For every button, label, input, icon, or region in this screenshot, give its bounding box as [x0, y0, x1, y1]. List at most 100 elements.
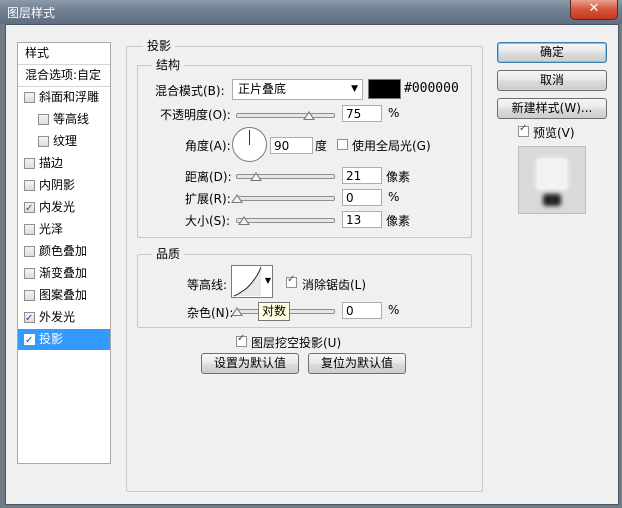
style-item-label: 渐变叠加: [39, 266, 88, 280]
style-item-checkbox[interactable]: [24, 158, 35, 169]
opacity-slider-thumb[interactable]: [302, 111, 315, 120]
distance-input[interactable]: 21: [342, 167, 382, 184]
style-item-checkbox[interactable]: [38, 136, 49, 147]
spread-slider[interactable]: [236, 196, 335, 201]
opacity-label: 不透明度(O):: [160, 108, 231, 122]
blend-mode-label: 混合模式(B):: [155, 84, 225, 98]
angle-dial[interactable]: [232, 127, 267, 162]
style-list-item[interactable]: 描边: [18, 153, 110, 174]
style-item-label: 外发光: [39, 310, 76, 324]
style-item-checkbox[interactable]: [24, 290, 35, 301]
blend-mode-value: 正片叠底: [238, 82, 287, 96]
style-list-item[interactable]: 外发光: [18, 307, 110, 329]
angle-unit: 度: [315, 139, 328, 153]
opacity-unit: %: [388, 106, 400, 120]
style-item-label: 图案叠加: [39, 288, 88, 302]
title-bar[interactable]: [0, 0, 622, 24]
quality-title: 品质: [152, 245, 185, 262]
distance-slider-thumb[interactable]: [250, 172, 262, 181]
style-list-item[interactable]: 颜色叠加: [18, 241, 110, 262]
preview-swatch: [537, 159, 567, 189]
distance-unit: 像素: [386, 170, 411, 184]
reset-default-button[interactable]: 复位为默认值: [308, 353, 406, 374]
cancel-button[interactable]: 取消: [497, 70, 607, 91]
style-item-label: 光泽: [39, 222, 64, 236]
size-input[interactable]: 13: [342, 211, 382, 228]
knockout-label: 图层挖空投影(U): [251, 336, 342, 350]
style-item-label: 斜面和浮雕: [39, 90, 100, 104]
preview-checkbox[interactable]: [518, 123, 529, 137]
shadow-color-swatch[interactable]: [368, 79, 401, 99]
close-button[interactable]: ✕: [570, 0, 618, 20]
style-list-item[interactable]: 光泽: [18, 219, 110, 240]
knockout-checkbox[interactable]: [236, 333, 247, 347]
blend-mode-select[interactable]: 正片叠底 ▼: [232, 79, 363, 100]
style-list-item[interactable]: 内发光: [18, 197, 110, 219]
style-item-checkbox[interactable]: [24, 92, 35, 103]
style-item-label: 描边: [39, 156, 64, 170]
style-item-checkbox[interactable]: [24, 180, 35, 191]
spread-label: 扩展(R):: [185, 192, 231, 206]
new-style-button[interactable]: 新建样式(W)...: [497, 98, 607, 119]
contour-curve-icon: [233, 266, 262, 297]
chevron-down-icon: ▼: [351, 84, 358, 94]
global-light-label: 使用全局光(G): [352, 139, 431, 153]
style-item-label: 纹理: [53, 134, 78, 148]
style-list-item[interactable]: 等高线: [18, 109, 110, 130]
tooltip: 对数: [258, 302, 291, 321]
size-slider[interactable]: [236, 218, 335, 223]
style-list-header[interactable]: 样式: [18, 43, 110, 64]
blend-options-item[interactable]: 混合选项:自定: [18, 65, 110, 86]
contour-picker[interactable]: ▼: [231, 265, 273, 298]
make-default-button[interactable]: 设置为默认值: [201, 353, 299, 374]
style-list-item[interactable]: 投影: [18, 329, 110, 351]
anti-alias-label: 消除锯齿(L): [302, 278, 367, 292]
global-light-checkbox[interactable]: [337, 139, 348, 150]
opacity-slider[interactable]: [236, 113, 335, 118]
style-item-checkbox[interactable]: [24, 330, 35, 351]
style-list-item[interactable]: 渐变叠加: [18, 263, 110, 284]
style-list-item[interactable]: 斜面和浮雕: [18, 87, 110, 108]
blend-options-label: 混合选项:自定: [25, 68, 102, 82]
preview-shadow: [543, 194, 561, 206]
preview-label: 预览(V): [533, 126, 575, 140]
opacity-input[interactable]: 75: [342, 105, 382, 122]
style-list-item[interactable]: 图案叠加: [18, 285, 110, 306]
style-list-item[interactable]: 纹理: [18, 131, 110, 152]
style-list-item[interactable]: 内阴影: [18, 175, 110, 196]
style-item-checkbox[interactable]: [24, 268, 35, 279]
angle-input[interactable]: 90: [270, 137, 313, 154]
style-item-checkbox[interactable]: [24, 198, 35, 219]
spread-input[interactable]: 0: [342, 189, 382, 206]
style-item-checkbox[interactable]: [24, 224, 35, 235]
noise-input[interactable]: 0: [342, 302, 382, 319]
noise-unit: %: [388, 303, 400, 317]
style-item-checkbox[interactable]: [24, 308, 35, 329]
spread-slider-thumb[interactable]: [231, 194, 243, 203]
size-label: 大小(S):: [185, 214, 231, 228]
noise-slider-thumb[interactable]: [231, 307, 243, 316]
ok-button[interactable]: 确定: [497, 42, 607, 63]
anti-alias-checkbox[interactable]: [286, 274, 297, 288]
style-preview: [518, 146, 586, 214]
structure-title: 结构: [152, 56, 185, 73]
style-item-label: 内阴影: [39, 178, 76, 192]
style-item-label: 颜色叠加: [39, 244, 88, 258]
size-slider-thumb[interactable]: [238, 216, 250, 225]
style-item-label: 等高线: [53, 112, 90, 126]
contour-dropdown-icon[interactable]: ▼: [265, 276, 271, 285]
style-item-checkbox[interactable]: [38, 114, 49, 125]
style-item-checkbox[interactable]: [24, 246, 35, 257]
style-item-label: 投影: [39, 332, 64, 346]
style-list: 样式 混合选项:自定 斜面和浮雕等高线纹理描边内阴影内发光光泽颜色叠加渐变叠加图…: [17, 42, 111, 464]
contour-label: 等高线:: [187, 278, 228, 292]
angle-dial-needle: [249, 130, 250, 145]
noise-label: 杂色(N):: [187, 306, 234, 320]
window-title: 图层样式: [7, 6, 56, 20]
style-item-label: 内发光: [39, 200, 76, 214]
drop-shadow-title: 投影: [143, 37, 176, 54]
color-hex: #000000: [404, 81, 459, 96]
angle-label: 角度(A):: [185, 139, 231, 153]
distance-label: 距离(D):: [185, 170, 232, 184]
close-icon: ✕: [588, 1, 600, 16]
